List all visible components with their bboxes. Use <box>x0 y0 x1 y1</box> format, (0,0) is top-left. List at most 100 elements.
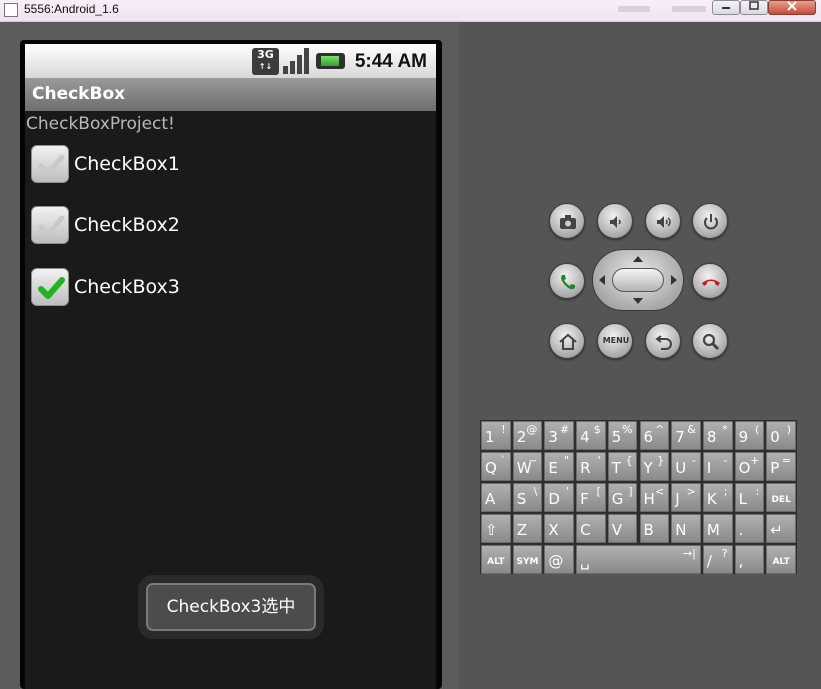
key-sym[interactable]: SYM <box>512 545 543 574</box>
key-alt-label: ^ <box>654 423 665 436</box>
key-label: / <box>706 552 712 570</box>
dpad-up-icon[interactable] <box>632 255 644 263</box>
phone-screen[interactable]: 3G ↑↓ 5:44 AM CheckBox CheckBoxProject! … <box>25 44 436 689</box>
key-t[interactable]: T{ <box>607 452 638 481</box>
key-n[interactable]: N <box>671 514 701 543</box>
key-label: 7 <box>675 428 685 446</box>
key-del[interactable]: DEL <box>766 483 796 512</box>
key-label: A <box>485 490 496 508</box>
key-label: . <box>738 521 744 539</box>
home-button[interactable] <box>549 323 585 359</box>
key-6[interactable]: 6 ^ <box>639 421 670 450</box>
key-a[interactable]: A <box>481 483 511 512</box>
key-r[interactable]: R ' <box>576 452 606 481</box>
key-s[interactable]: S \ <box>512 483 543 512</box>
title-placeholder-ghost <box>618 6 650 12</box>
key-1[interactable]: 1! <box>481 421 511 450</box>
key-sym30[interactable]: ⇧ <box>481 514 511 543</box>
checkbox-label: CheckBox1 <box>74 153 180 175</box>
key-3[interactable]: 3 # <box>544 421 575 450</box>
key-alt-label: } <box>657 454 665 467</box>
key-2[interactable]: 2 @ <box>512 421 543 450</box>
key-sym44[interactable]: /? <box>702 545 733 574</box>
key-alt[interactable]: ALT <box>766 545 796 574</box>
key-alt-label: % <box>622 423 633 436</box>
key-l[interactable]: L: <box>734 483 765 512</box>
checkbox-1[interactable]: CheckBox1 <box>30 144 330 184</box>
end-call-button[interactable] <box>692 263 728 299</box>
key-c[interactable]: C <box>576 514 606 543</box>
key-label: K <box>706 490 717 508</box>
key-z[interactable]: Z <box>512 514 543 543</box>
minimize-icon <box>722 7 730 9</box>
key-e[interactable]: E " <box>544 452 575 481</box>
key-alt-label: > <box>686 485 696 498</box>
checkbox-label: CheckBox2 <box>74 214 180 236</box>
key-f[interactable]: F[ <box>576 483 606 512</box>
key-j[interactable]: J > <box>671 483 701 512</box>
key-o[interactable]: O + <box>734 452 765 481</box>
menu-button[interactable]: MENU <box>597 323 633 359</box>
key-label: O <box>738 459 751 477</box>
key-5[interactable]: 5% <box>607 421 638 450</box>
key-g[interactable]: G] <box>607 483 638 512</box>
key-alt-label: ) <box>786 423 791 436</box>
dpad-right-icon[interactable] <box>670 274 678 286</box>
search-button[interactable] <box>692 323 728 359</box>
key-label: 2 <box>516 428 527 446</box>
power-button[interactable] <box>692 203 728 239</box>
key-alt-label: @ <box>526 423 538 436</box>
key-x[interactable]: X <box>544 514 575 543</box>
key-k[interactable]: K; <box>702 483 733 512</box>
key-sym38[interactable]: . <box>734 514 765 543</box>
key-7[interactable]: 7 & <box>671 421 701 450</box>
checkbox-unchecked-icon[interactable] <box>31 206 69 244</box>
key-label: Z <box>516 521 527 539</box>
checkbox-checked-icon[interactable] <box>31 268 69 306</box>
key-m[interactable]: M <box>702 514 733 543</box>
key-alt[interactable]: ALT <box>481 545 511 574</box>
close-button[interactable] <box>768 0 816 15</box>
volume-up-button[interactable] <box>645 203 681 239</box>
window-title: 5556:Android_1.6 <box>24 2 119 16</box>
key-alt-label: ] <box>628 485 633 498</box>
key-label: 4 <box>580 428 590 446</box>
key-sym39[interactable]: ↵ <box>766 514 796 543</box>
key-y[interactable]: Y} <box>639 452 670 481</box>
key-sym42[interactable]: @ <box>544 545 575 574</box>
key-i[interactable]: I- <box>702 452 733 481</box>
camera-button[interactable] <box>549 203 585 239</box>
key-label: ⇧ <box>485 521 498 539</box>
back-button[interactable] <box>645 323 681 359</box>
key-v[interactable]: V <box>607 514 638 543</box>
key-q[interactable]: Q ` <box>481 452 511 481</box>
key-w[interactable]: W ~ <box>512 452 543 481</box>
key-d[interactable]: D ' <box>544 483 575 512</box>
key-8[interactable]: 8 * <box>702 421 733 450</box>
key-sym45[interactable]: , <box>734 545 765 574</box>
key-p[interactable]: P = <box>766 452 796 481</box>
dpad-left-icon[interactable] <box>598 274 606 286</box>
maximize-button[interactable] <box>740 0 768 15</box>
key-label: Q <box>485 459 497 477</box>
toast-message: CheckBox3选中 <box>146 583 316 631</box>
key-9[interactable]: 9( <box>734 421 765 450</box>
checkbox-3[interactable]: CheckBox3 <box>30 267 330 307</box>
camera-icon <box>560 215 576 229</box>
dpad-center-button[interactable] <box>612 268 664 292</box>
volume-down-button[interactable] <box>597 203 633 239</box>
key-h[interactable]: H < <box>639 483 670 512</box>
key-u[interactable]: U- <box>671 452 701 481</box>
key-sym43[interactable]: ␣ →| <box>576 545 701 574</box>
close-icon <box>787 1 797 11</box>
call-button[interactable] <box>549 263 585 299</box>
key-b[interactable]: B <box>639 514 670 543</box>
key-4[interactable]: 4 $ <box>576 421 606 450</box>
dpad-down-icon[interactable] <box>632 297 644 305</box>
key-0[interactable]: 0) <box>766 421 796 450</box>
checkbox-unchecked-icon[interactable] <box>31 145 69 183</box>
key-label: R <box>580 459 591 477</box>
key-alt-label: [ <box>596 485 601 498</box>
minimize-button[interactable] <box>712 0 740 15</box>
checkbox-2[interactable]: CheckBox2 <box>30 205 330 245</box>
